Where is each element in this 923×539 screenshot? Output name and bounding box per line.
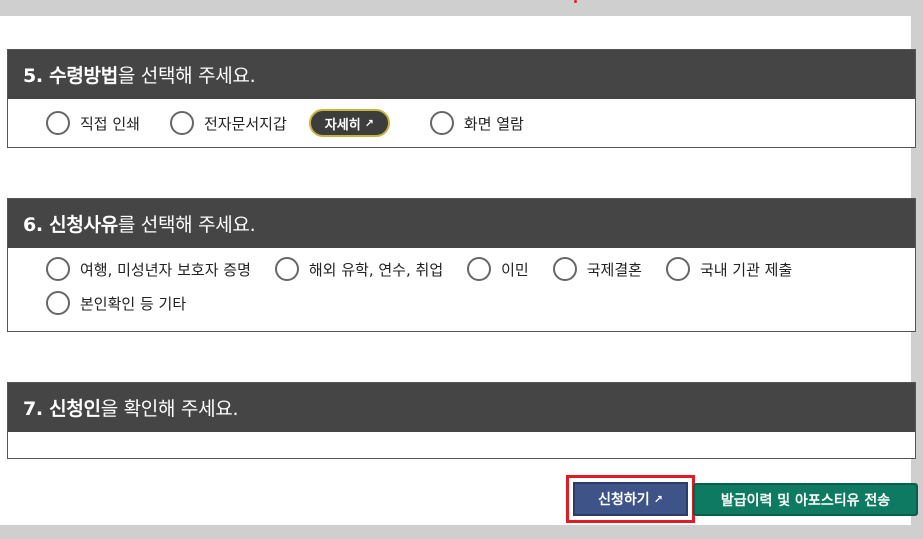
external-link-icon: ↗ xyxy=(653,492,663,506)
option-label: 해외 유학, 연수, 취업 xyxy=(308,260,444,279)
radio-button[interactable] xyxy=(46,111,70,135)
section-apply-reason: 6. 신청사유 를 선택해 주세요. 여행, 미성년자 보호자 증명 해외 유학,… xyxy=(7,198,916,332)
option-international-marriage[interactable]: 국제결혼 xyxy=(552,252,642,286)
section-title-rest: 을 선택해 주세요. xyxy=(117,65,256,87)
option-domestic-submission[interactable]: 국내 기관 제출 xyxy=(665,252,793,286)
section-header: 5. 수령방법 을 선택해 주세요. xyxy=(8,50,915,99)
detail-button-label: 자세히 xyxy=(324,117,361,133)
section-header: 7. 신청인 을 확인해 주세요. xyxy=(8,383,915,432)
option-direct-print[interactable]: 직접 인쇄 xyxy=(46,106,140,140)
option-label: 화면 열람 xyxy=(463,114,524,133)
section-title-bold: 5. 수령방법 xyxy=(23,65,118,87)
indicator-dot xyxy=(574,0,577,3)
section-title-bold: 6. 신청사유 xyxy=(23,214,118,236)
option-label: 전자문서지갑 xyxy=(203,114,287,133)
option-emigration[interactable]: 이민 xyxy=(467,252,529,286)
section-title-bold: 7. 신청인 xyxy=(23,398,101,420)
option-e-wallet[interactable]: 전자문서지갑 xyxy=(169,106,287,140)
radio-button[interactable] xyxy=(46,291,70,315)
radio-button[interactable] xyxy=(274,257,299,281)
radio-button[interactable] xyxy=(665,257,690,281)
section-title-rest: 를 선택해 주세요. xyxy=(117,214,256,236)
apply-button-label: 신청하기 xyxy=(598,492,650,508)
section-title-rest: 을 확인해 주세요. xyxy=(100,398,239,420)
external-link-icon: ↗ xyxy=(364,116,374,130)
option-label: 국제결혼 xyxy=(586,260,642,279)
section-receive-method: 5. 수령방법 을 선택해 주세요. 직접 인쇄 전자문서지갑 자세히 ↗ 화면 … xyxy=(7,49,916,148)
section-header: 6. 신청사유 를 선택해 주세요. xyxy=(8,199,915,248)
option-travel[interactable]: 여행, 미성년자 보호자 증명 xyxy=(46,252,251,286)
history-button-label: 발급이력 및 아포스티유 전송 xyxy=(720,492,891,509)
history-apostille-button[interactable]: 발급이력 및 아포스티유 전송 xyxy=(693,483,918,516)
option-study-abroad[interactable]: 해외 유학, 연수, 취업 xyxy=(274,252,444,286)
detail-button[interactable]: 자세히 ↗ xyxy=(308,109,390,137)
option-label: 이민 xyxy=(501,260,529,279)
radio-button[interactable] xyxy=(46,257,70,281)
option-identity-etc[interactable]: 본인확인 등 기타 xyxy=(46,286,186,320)
radio-button[interactable] xyxy=(429,111,454,135)
apply-button[interactable]: 신청하기 ↗ xyxy=(573,482,688,516)
option-label: 본인확인 등 기타 xyxy=(80,294,187,313)
option-label: 국내 기관 제출 xyxy=(699,260,793,279)
section-applicant: 7. 신청인 을 확인해 주세요. xyxy=(7,382,916,459)
radio-button[interactable] xyxy=(552,257,577,281)
option-label: 직접 인쇄 xyxy=(80,114,140,133)
option-screen-view[interactable]: 화면 열람 xyxy=(429,106,524,140)
radio-button[interactable] xyxy=(467,257,492,281)
option-label: 여행, 미성년자 보호자 증명 xyxy=(80,260,251,279)
radio-button[interactable] xyxy=(169,111,194,135)
options-row: 여행, 미성년자 보호자 증명 해외 유학, 연수, 취업 이민 국제결혼 국내… xyxy=(8,248,915,320)
options-row: 직접 인쇄 전자문서지갑 자세히 ↗ 화면 열람 xyxy=(8,99,915,147)
